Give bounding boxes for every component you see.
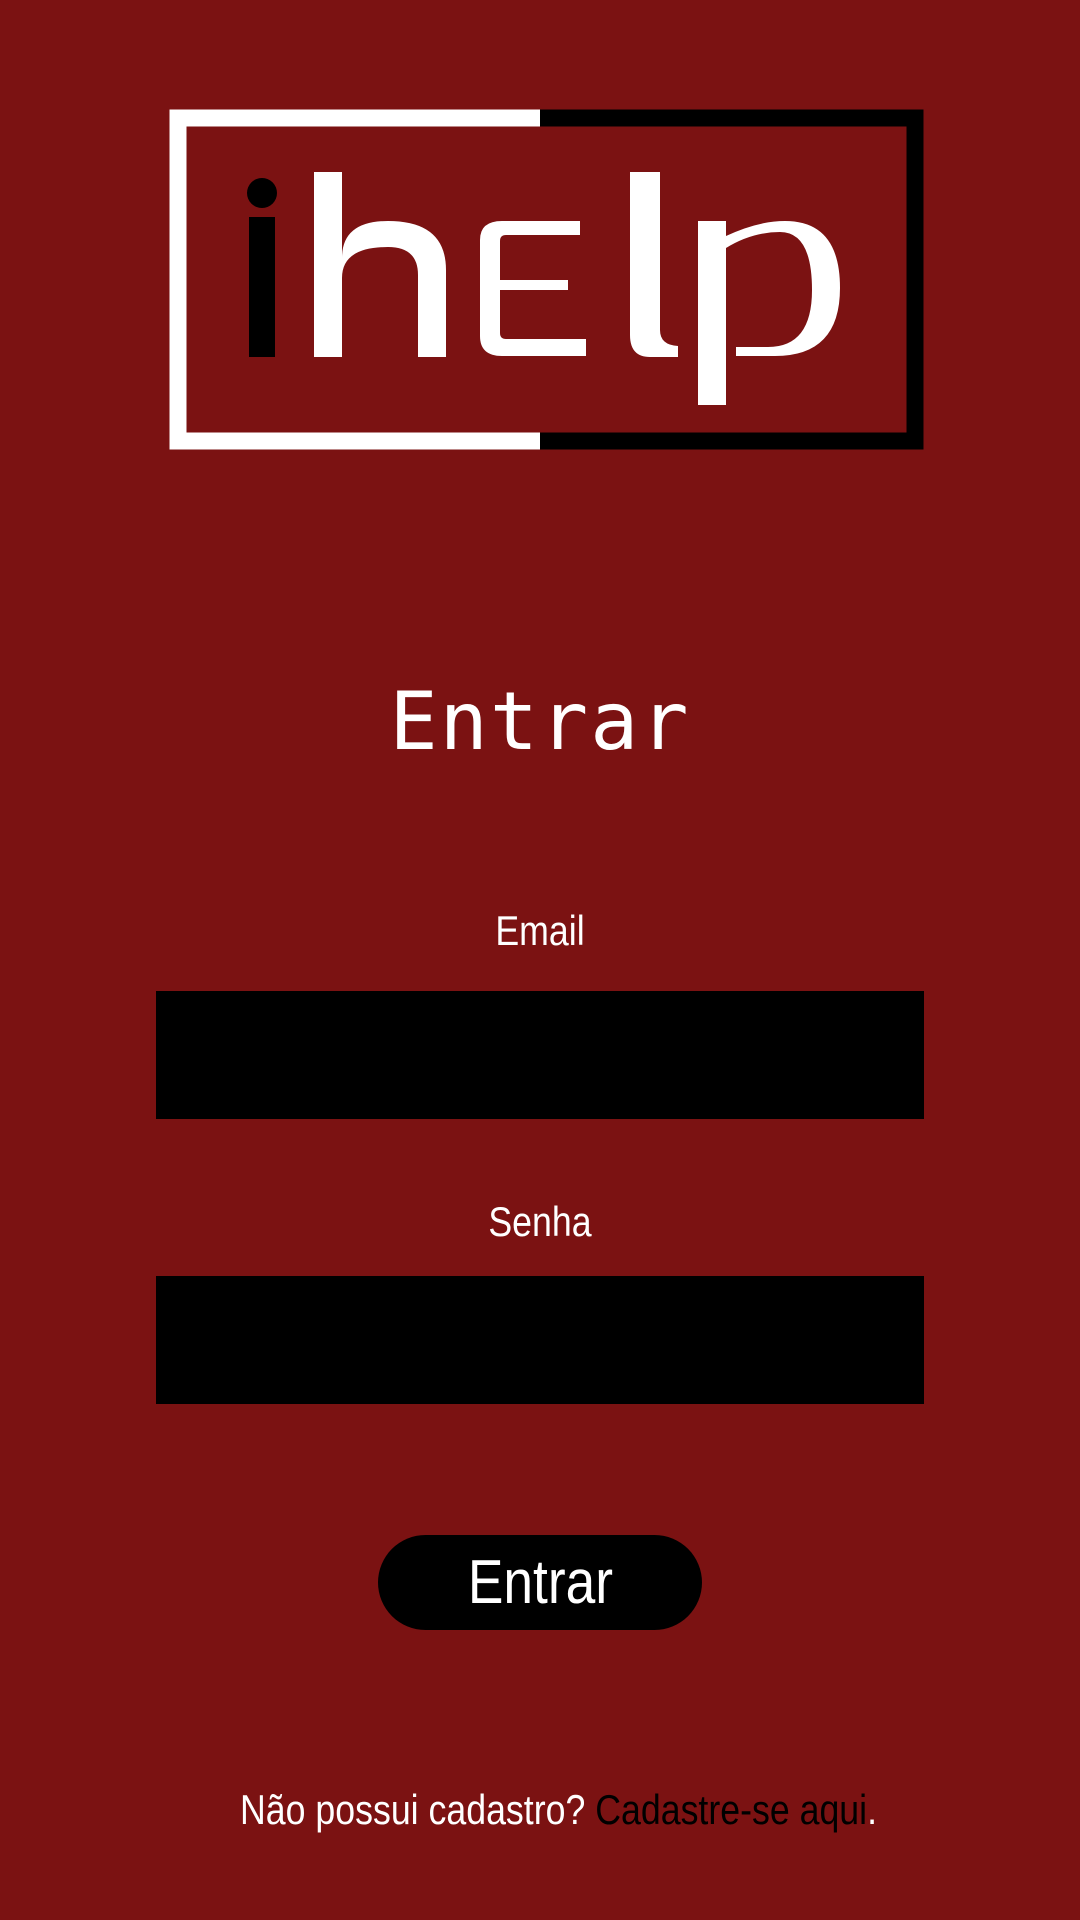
- signup-prompt-text: Não possui cadastro?: [240, 1786, 596, 1833]
- password-field[interactable]: [156, 1276, 924, 1404]
- signup-link[interactable]: Cadastre-se aqui: [595, 1786, 867, 1833]
- ihelp-logo: [169, 109, 924, 450]
- signup-trailing-period: .: [867, 1786, 878, 1833]
- password-label: Senha: [488, 1198, 592, 1245]
- login-button-label: Entrar: [467, 1548, 613, 1617]
- signup-prompt: Não possui cadastro? Cadastre-se aqui.: [240, 1782, 877, 1838]
- login-button[interactable]: Entrar: [378, 1535, 702, 1630]
- page-title: Entrar: [389, 675, 691, 768]
- email-field[interactable]: [156, 991, 924, 1119]
- email-label: Email: [495, 907, 585, 954]
